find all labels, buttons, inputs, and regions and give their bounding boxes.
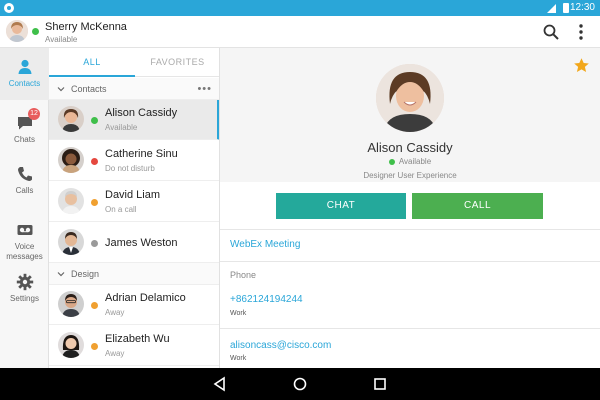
contact-job-title: Designer User Experience — [363, 171, 457, 180]
user-name: Sherry McKenna — [45, 21, 127, 33]
app-header: Sherry McKenna Available — [0, 16, 600, 48]
contact-avatar — [58, 229, 84, 255]
battery-icon — [563, 3, 569, 13]
contact-avatar — [58, 188, 84, 214]
contact-profile-photo — [376, 64, 444, 132]
presence-dot — [91, 199, 98, 206]
tab-all[interactable]: ALL — [49, 48, 135, 77]
voicemail-icon — [17, 225, 32, 235]
contact-avatar — [58, 291, 84, 317]
side-navigation: Contacts 12 Chats Calls Voice messages S… — [0, 48, 49, 368]
chevron-down-icon — [57, 87, 65, 92]
contact-name: David Liam — [105, 189, 161, 201]
group-name: Contacts — [71, 84, 107, 94]
contact-avatar — [58, 106, 84, 132]
home-icon[interactable] — [292, 376, 308, 392]
tab-favorites[interactable]: FAVORITES — [135, 48, 219, 77]
person-icon — [18, 59, 31, 74]
presence-dot — [91, 158, 98, 165]
contact-row-david-liam[interactable]: David Liam On a call — [49, 182, 219, 222]
contact-name: James Weston — [105, 237, 178, 249]
user-status: Available — [45, 35, 78, 44]
contact-row-elizabeth-wu[interactable]: Elizabeth Wu Away — [49, 326, 219, 366]
chevron-down-icon — [57, 272, 65, 277]
contact-detail-panel: Alison Cassidy Available Designer User E… — [220, 48, 600, 368]
user-presence-dot — [32, 28, 39, 35]
group-more-icon[interactable]: ••• — [197, 78, 212, 100]
contact-detail-status: Available — [220, 157, 600, 166]
contact-avatar — [58, 332, 84, 358]
contact-status: Do not disturb — [105, 164, 155, 173]
contact-status: On a call — [105, 205, 137, 214]
presence-dot — [91, 240, 98, 247]
contact-row-adrian-delamico[interactable]: Adrian Delamico Away — [49, 285, 219, 325]
nav-chats[interactable]: 12 Chats — [0, 108, 49, 152]
divider — [220, 229, 600, 230]
nav-settings[interactable]: Settings — [0, 270, 49, 314]
group-header-contacts[interactable]: Contacts ••• — [49, 78, 219, 100]
user-avatar-image — [6, 20, 28, 42]
contact-avatar — [58, 147, 84, 173]
group-name: Design — [71, 269, 100, 279]
phone-icon — [17, 167, 32, 181]
contact-name: Adrian Delamico — [105, 292, 186, 304]
contact-list-panel: ALL FAVORITES Contacts ••• Alison Cassid… — [49, 48, 220, 368]
contact-row-james-weston[interactable]: James Weston — [49, 223, 219, 263]
webex-meeting-link[interactable]: WebEx Meeting — [230, 239, 300, 250]
contact-detail-name: Alison Cassidy — [367, 140, 453, 155]
status-bar: 12:30 — [0, 0, 600, 16]
phone-section-title: Phone — [230, 270, 257, 280]
gear-icon — [16, 273, 33, 291]
more-options-icon[interactable] — [574, 23, 588, 41]
chats-unread-badge: 12 — [28, 108, 40, 120]
contact-name: Elizabeth Wu — [105, 333, 170, 345]
status-time: 12:30 — [569, 2, 595, 13]
contact-status: Available — [105, 123, 138, 132]
phone-type-label: Work — [230, 310, 247, 317]
signal-icon — [547, 4, 556, 13]
contact-row-alison-cassidy[interactable]: Alison Cassidy Available — [49, 100, 219, 140]
recent-apps-icon[interactable] — [372, 376, 388, 392]
call-button[interactable]: CALL — [412, 193, 543, 219]
presence-dot — [91, 343, 98, 350]
presence-dot — [91, 302, 98, 309]
contact-status: Away — [105, 308, 125, 317]
user-avatar[interactable] — [6, 20, 28, 42]
favorite-star-icon[interactable] — [573, 57, 590, 74]
nav-calls[interactable]: Calls — [0, 160, 49, 204]
chat-button[interactable]: CHAT — [276, 193, 406, 219]
back-icon[interactable] — [212, 376, 228, 392]
profile-header: Alison Cassidy Available Designer User E… — [220, 48, 600, 182]
presence-dot — [388, 158, 395, 165]
app-notification-icon — [4, 3, 14, 13]
divider — [220, 261, 600, 262]
divider — [220, 328, 600, 329]
phone-number-link[interactable]: +862124194244 — [230, 294, 303, 305]
presence-dot — [91, 117, 98, 124]
contact-row-catherine-sinu[interactable]: Catherine Sinu Do not disturb — [49, 141, 219, 181]
nav-contacts[interactable]: Contacts — [0, 48, 49, 100]
contact-name: Catherine Sinu — [105, 148, 178, 160]
contact-name: Alison Cassidy — [105, 107, 178, 119]
contact-tabs: ALL FAVORITES — [49, 48, 219, 77]
email-link[interactable]: alisoncass@cisco.com — [230, 340, 331, 351]
group-header-design[interactable]: Design — [49, 263, 219, 285]
search-icon[interactable] — [542, 23, 560, 41]
system-navigation-bar — [0, 368, 600, 400]
nav-voice-messages[interactable]: Voice messages — [0, 216, 49, 264]
email-type-label: Work — [230, 355, 247, 362]
contact-status: Away — [105, 349, 125, 358]
